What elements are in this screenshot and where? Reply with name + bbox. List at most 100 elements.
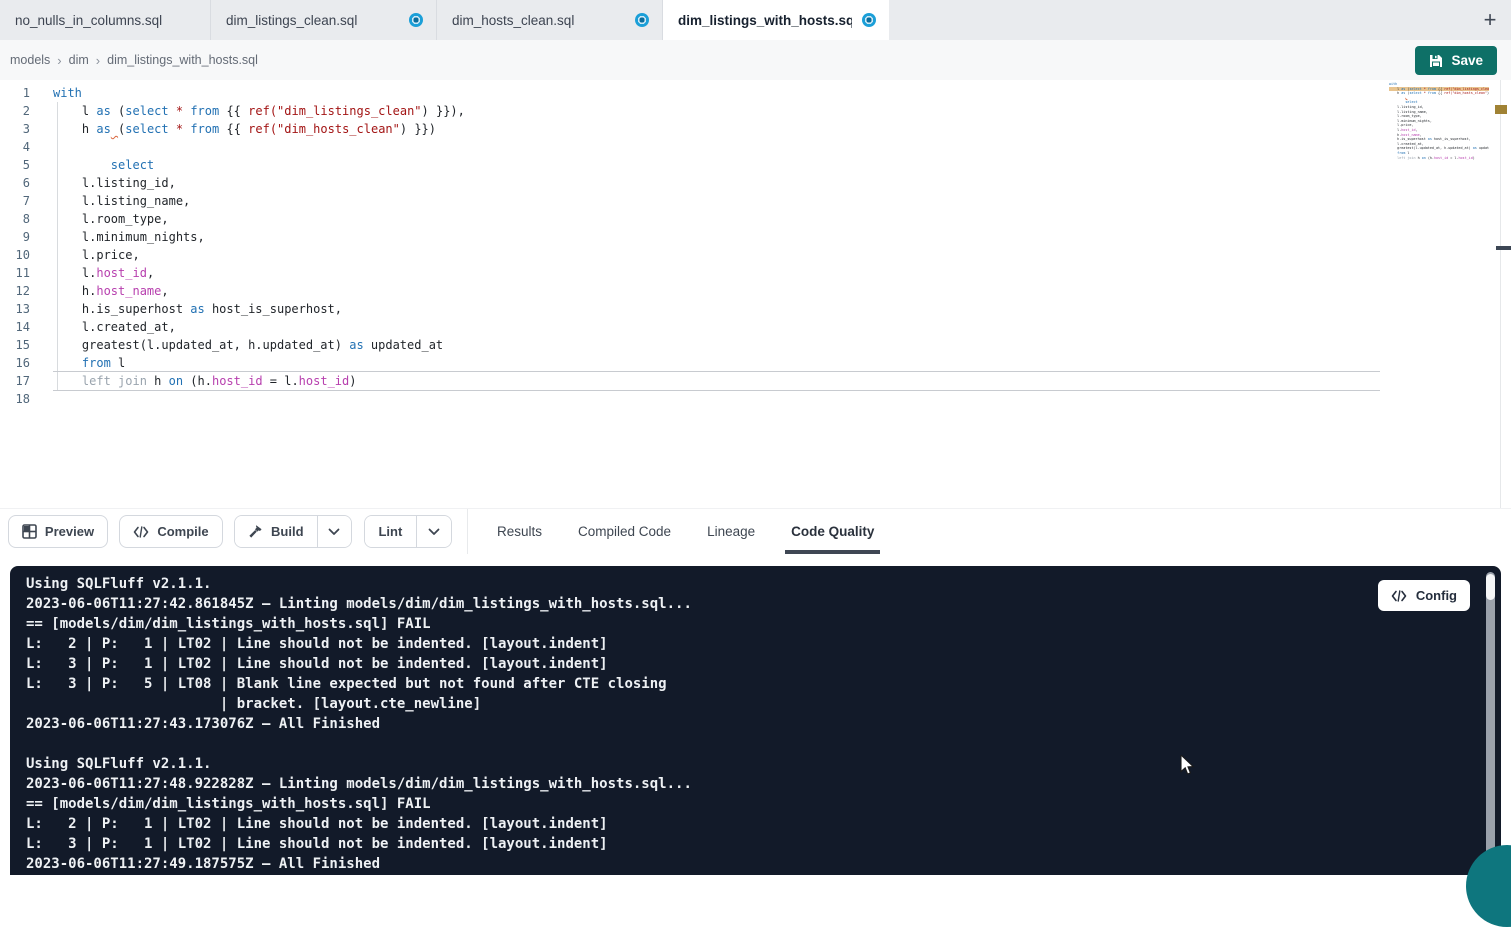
build-label: Build [271,524,304,539]
line-number: 14 [0,318,30,336]
code-text: h.is_superhost as host_is_superhost, [53,300,342,318]
code-text: left join h on (h.host_id = l.host_id) [53,372,356,390]
code-editor[interactable]: 1with2 l as (select * from {{ ref("dim_l… [0,80,1511,508]
tab-dim-listings-with-hosts[interactable]: dim_listings_with_hosts.sql [663,0,889,40]
code-line [1389,160,1489,165]
line-number: 8 [0,210,30,228]
new-tab-button[interactable]: + [1475,5,1505,35]
code-text: from l [53,354,125,372]
tab-dim-hosts-clean[interactable]: dim_hosts_clean.sql [437,0,663,40]
code-line[interactable]: 13 h.is_superhost as host_is_superhost, [0,300,1380,318]
tab-label: dim_hosts_clean.sql [452,13,574,28]
line-number: 3 [0,120,30,138]
scrollbar-thumb[interactable] [1486,574,1495,600]
line-number: 9 [0,228,30,246]
code-line[interactable]: 11 l.host_id, [0,264,1380,282]
code-line[interactable]: 3 h as (select * from {{ ref("dim_hosts_… [0,120,1380,138]
line-number: 17 [0,372,30,390]
code-line[interactable]: 15 greatest(l.updated_at, h.updated_at) … [0,336,1380,354]
code-line[interactable]: 5 select [0,156,1380,174]
code-text: l.minimum_nights, [53,228,205,246]
code-line[interactable]: 16 from l [0,354,1380,372]
tab-compiled-code[interactable]: Compiled Code [578,509,671,554]
code-text: l as (select * from {{ ref("dim_listings… [53,102,465,120]
line-number: 2 [0,102,30,120]
code-line[interactable]: 7 l.listing_name, [0,192,1380,210]
code-text: l.created_at, [1389,142,1424,146]
code-line[interactable]: 2 l as (select * from {{ ref("dim_listin… [0,102,1380,120]
config-button[interactable]: Config [1378,580,1470,611]
warning-mark[interactable] [1495,105,1507,114]
line-number: 1 [0,84,30,102]
code-text: greatest(l.updated_at, h.updated_at) as … [1389,146,1489,150]
tab-label: no_nulls_in_columns.sql [15,13,162,28]
tab-label: dim_listings_clean.sql [226,13,357,28]
minimap[interactable]: with l as (select * from {{ ref("dim_lis… [1389,82,1489,212]
lint-dropdown-button[interactable] [416,516,451,547]
tab-results[interactable]: Results [497,509,542,554]
scroll-position-mark[interactable] [1496,246,1511,250]
compile-button[interactable]: Compile [119,515,223,548]
lint-button[interactable]: Lint [365,516,416,547]
code-line[interactable]: 6 l.listing_id, [0,174,1380,192]
code-line[interactable]: 10 l.price, [0,246,1380,264]
code-icon [133,526,149,538]
code-text: l.room_type, [53,210,169,228]
tab-label: dim_listings_with_hosts.sql [678,13,852,28]
tab-dim-listings-clean[interactable]: dim_listings_clean.sql [211,0,437,40]
code-line[interactable]: 14 l.created_at, [0,318,1380,336]
code-text: h.host_name, [1389,133,1422,137]
modified-dot-icon[interactable] [409,13,423,27]
code-text: h.is_superhost as host_is_superhost, [1389,137,1471,141]
chevron-right-icon: › [57,53,61,68]
code-text: l.room_type, [1389,114,1422,118]
chevron-down-icon [328,528,340,536]
breadcrumb-segment: dim [69,53,89,67]
overview-ruler [1500,80,1501,508]
table-icon [22,524,37,539]
line-number: 6 [0,174,30,192]
code-line[interactable]: 4 [0,138,1380,156]
code-line[interactable]: 18 [0,390,1380,408]
code-line[interactable]: 17 left join h on (h.host_id = l.host_id… [0,372,1380,390]
build-dropdown-button[interactable] [317,516,351,547]
code-text: h as (select * from {{ ref("dim_hosts_cl… [53,120,436,138]
chevron-right-icon: › [96,53,100,68]
terminal-output: Using SQLFluff v2.1.1. 2023-06-06T11:27:… [10,566,1501,875]
result-tabs: Results Compiled Code Lineage Code Quali… [497,509,874,554]
config-label: Config [1416,588,1457,603]
code-text: with [1389,82,1397,86]
editor-tab-bar: no_nulls_in_columns.sql dim_listings_cle… [0,0,1511,40]
build-button-group: Build [234,515,352,548]
compile-label: Compile [157,524,208,539]
modified-dot-icon[interactable] [862,13,876,27]
terminal-scrollbar[interactable] [1486,572,1495,871]
save-button[interactable]: Save [1415,46,1497,75]
code-text: l.price, [53,246,140,264]
code-line[interactable]: 9 l.minimum_nights, [0,228,1380,246]
toolbar-divider [467,509,468,554]
preview-button[interactable]: Preview [8,515,108,548]
code-text: l.created_at, [53,318,176,336]
tab-code-quality[interactable]: Code Quality [791,509,874,554]
line-number: 12 [0,282,30,300]
line-number: 5 [0,156,30,174]
line-number: 7 [0,192,30,210]
code-line[interactable]: 1 with [0,84,1380,102]
action-toolbar: Preview Compile Build Lint [0,508,1511,553]
code-text: l.host_id, [53,264,154,282]
code-text: from l [1389,151,1409,155]
modified-dot-icon[interactable] [635,13,649,27]
save-label: Save [1451,53,1483,68]
tab-lineage[interactable]: Lineage [707,509,755,554]
code-line[interactable]: 12 h.host_name, [0,282,1380,300]
line-number: 18 [0,390,30,408]
code-text: l.listing_id, [1389,105,1424,109]
code-text: with [53,84,82,102]
code-text: left join h on (h.host_id = l.host_id) [1389,156,1475,160]
code-line[interactable]: 8 l.room_type, [0,210,1380,228]
code-text: l.price, [1389,123,1414,127]
code-text: greatest(l.updated_at, h.updated_at) as … [53,336,443,354]
build-button[interactable]: Build [235,516,317,547]
tab-no-nulls-in-columns[interactable]: no_nulls_in_columns.sql [0,0,211,40]
